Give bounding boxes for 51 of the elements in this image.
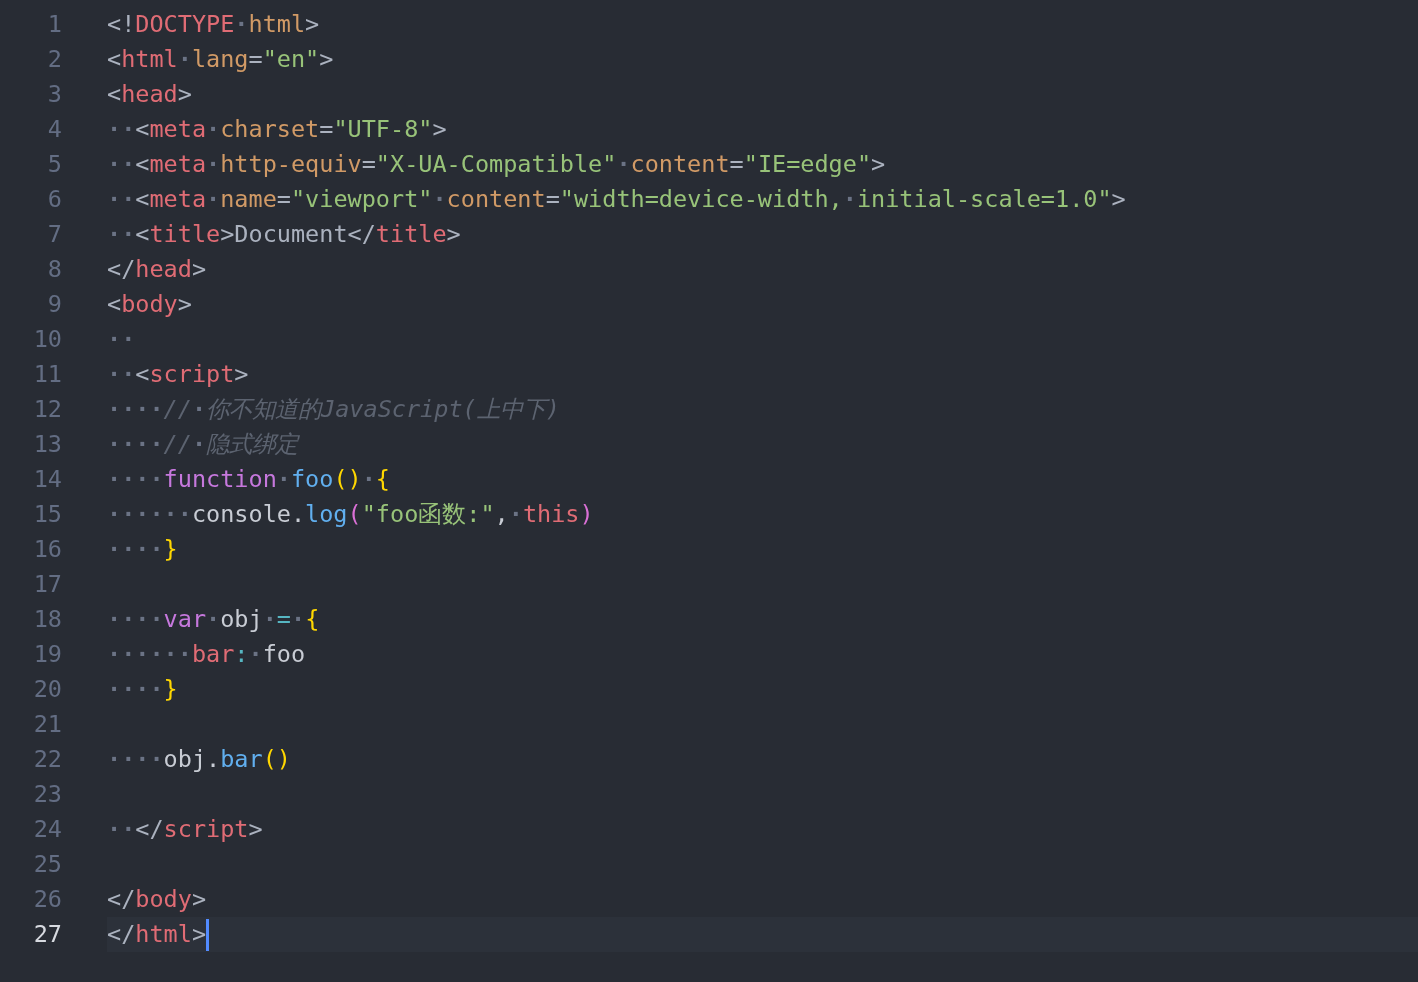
line-number: 18	[32, 604, 62, 635]
line-number: 5	[46, 149, 62, 180]
line-number: 14	[32, 464, 62, 495]
code-line: <!DOCTYPE·html>	[107, 9, 320, 40]
line-number: 17	[32, 569, 62, 600]
line-number: 21	[32, 709, 62, 740]
code-line: ··<meta·name="viewport"·content="width=device-width,·initial-scale=1.0">	[107, 184, 1126, 215]
code-line: ··	[107, 324, 136, 355]
code-line: <html·lang="en">	[107, 44, 334, 75]
line-number: 3	[46, 79, 62, 110]
line-number: 8	[46, 254, 62, 285]
line-number: 26	[32, 884, 62, 915]
text-cursor	[206, 918, 210, 951]
line-number: 13	[32, 429, 62, 460]
code-line: ··</script>	[107, 814, 263, 845]
line-number: 22	[32, 744, 62, 775]
code-line: ··<title>Document</title>	[107, 219, 461, 250]
code-line: ····function·foo()·{	[107, 464, 390, 495]
code-line: </head>	[107, 254, 207, 285]
line-number: 7	[46, 219, 62, 250]
code-line: ····obj.bar()	[107, 744, 291, 775]
line-number: 4	[46, 114, 62, 145]
line-number: 24	[32, 814, 62, 845]
code-line: <head>	[107, 79, 192, 110]
line-number: 20	[32, 674, 62, 705]
code-line: ····var·obj·=·{	[107, 604, 320, 635]
line-number: 9	[46, 289, 62, 320]
line-number: 27	[32, 919, 62, 950]
line-number: 19	[32, 639, 62, 670]
code-line: ····//·隐式绑定	[107, 429, 299, 460]
code-line: ··<meta·http-equiv="X-UA-Compatible"·content="IE=edge">	[107, 149, 886, 180]
line-number: 25	[32, 849, 62, 880]
code-line: ····//·你不知道的JavaScript(上中下)	[107, 394, 560, 425]
code-line: <body>	[107, 289, 192, 320]
code-line: </body>	[107, 884, 207, 915]
code-line: </html>	[107, 919, 207, 950]
code-line: ······bar:·foo	[107, 639, 306, 670]
code-line: ····}	[107, 674, 178, 705]
line-number: 2	[46, 44, 62, 75]
line-number: 15	[32, 499, 62, 530]
code-line: ··<script>	[107, 359, 249, 390]
code-line: ··<meta·charset="UTF-8">	[107, 114, 447, 145]
line-number: 11	[32, 359, 62, 390]
code-line: ····}	[107, 534, 178, 565]
code-line: ······console.log("foo函数:",·this)	[107, 499, 594, 530]
line-number: 23	[32, 779, 62, 810]
line-number: 6	[46, 184, 62, 215]
line-number: 12	[32, 394, 62, 425]
line-number: 10	[32, 324, 62, 355]
line-number: 16	[32, 534, 62, 565]
line-number: 1	[46, 9, 62, 40]
